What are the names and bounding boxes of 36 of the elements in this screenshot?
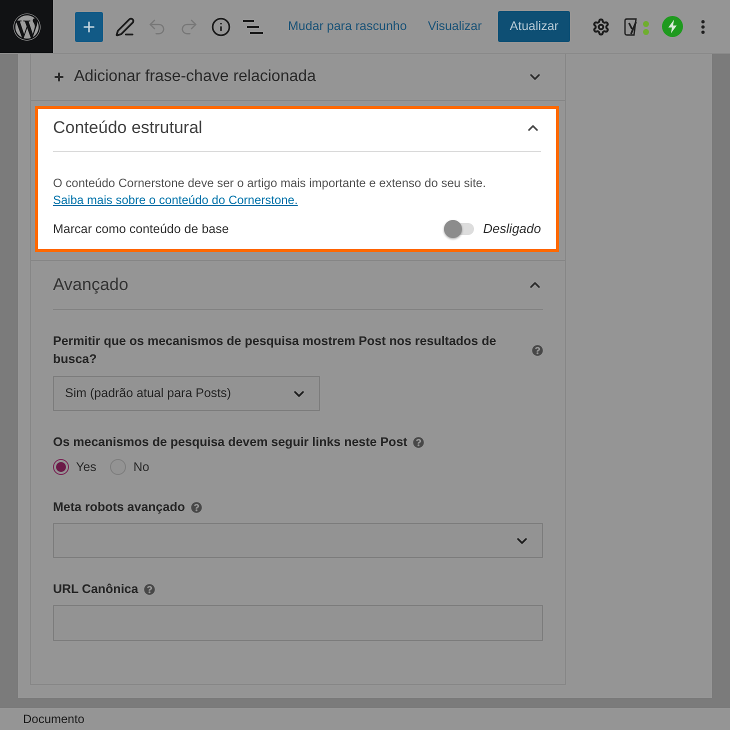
help-icon[interactable] xyxy=(532,344,543,356)
list-view-icon[interactable] xyxy=(243,20,263,34)
bolt-icon[interactable] xyxy=(662,16,684,37)
logo-icon[interactable] xyxy=(624,16,650,36)
learn-more-link[interactable]: Saiba mais sobre o conteúdo do Cornerstone. xyxy=(53,193,298,207)
plus-icon xyxy=(81,18,97,34)
help-icon[interactable] xyxy=(144,584,156,594)
radio-button[interactable] xyxy=(53,459,69,475)
field-label: Os mecanismos de pesquisa devem seguir links neste Post xyxy=(53,434,408,451)
multiselect-field[interactable] xyxy=(53,523,543,558)
section-title[interactable]: Avançado xyxy=(53,274,128,296)
toggle-state-text: Desligado xyxy=(483,220,541,238)
field-label: Permitir que os mecanismos de pesquisa mostrem Post nos resultados de busca? xyxy=(53,333,498,368)
description-text: O conteúdo Cornerstone deve ser o artigo mais importante e extenso do seu site. Saiba mais sobre o conteúdo do Cornerstone. xyxy=(53,175,487,209)
radio-label: No xyxy=(133,458,150,476)
toolbar-link-button[interactable]: Visualizar xyxy=(420,12,490,42)
logo-tile[interactable] xyxy=(0,0,53,53)
pen-icon[interactable] xyxy=(115,16,135,36)
info-icon[interactable] xyxy=(211,16,231,36)
toggle-label: Marcar como conteúdo de base xyxy=(53,220,229,238)
radio-label: Yes xyxy=(76,458,96,476)
select-field[interactable]: Sim (padrão atual para Posts) xyxy=(53,376,320,411)
add-block-button[interactable] xyxy=(75,12,103,42)
field-label: Meta robots avançado xyxy=(53,499,185,516)
logo-icon xyxy=(12,12,40,40)
field-label: URL Canônica xyxy=(53,581,138,598)
plus-icon xyxy=(53,71,65,83)
settings-icon[interactable] xyxy=(592,18,610,36)
breadcrumb-item[interactable]: Documento xyxy=(23,710,84,728)
section-title[interactable]: Adicionar frase-chave relacionada xyxy=(74,66,316,88)
section-title[interactable]: Conteúdo estrutural xyxy=(53,117,202,139)
help-icon[interactable] xyxy=(190,502,202,512)
toggle-switch[interactable] xyxy=(444,220,474,238)
update-button[interactable]: Atualizar xyxy=(498,11,570,42)
help-icon[interactable] xyxy=(413,436,424,448)
toolbar-link-button[interactable]: Mudar para rascunho xyxy=(280,12,415,42)
